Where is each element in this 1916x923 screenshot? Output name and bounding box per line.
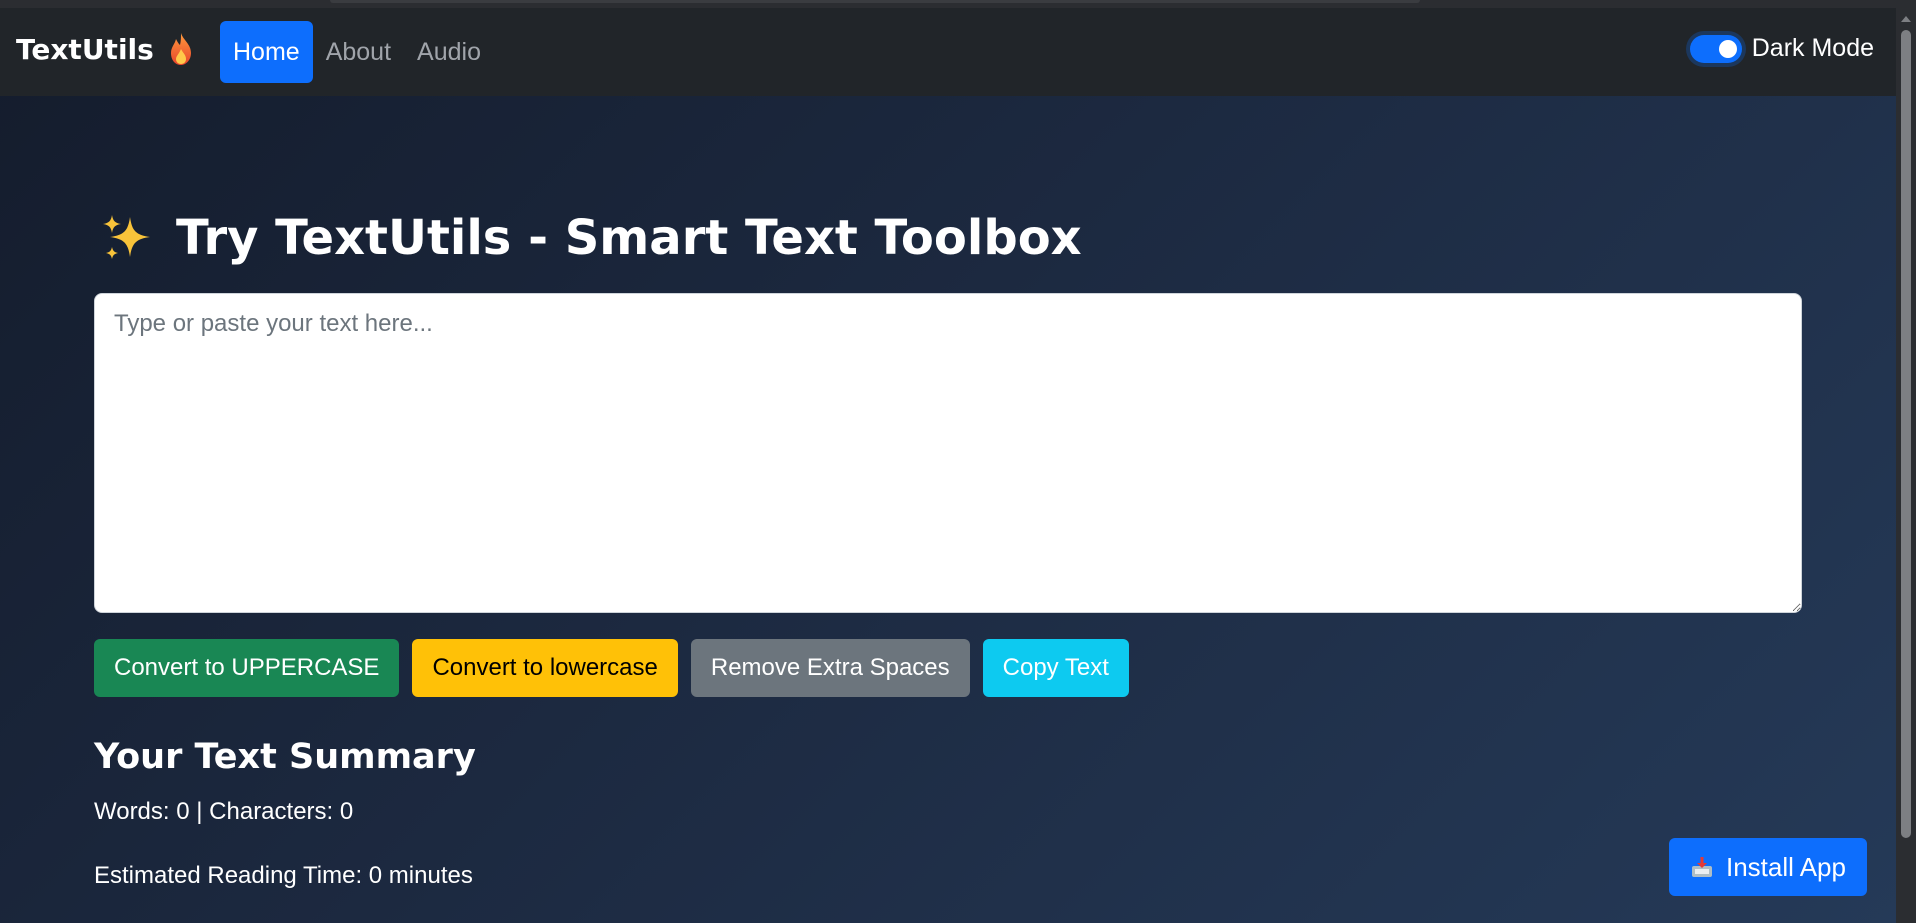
nav-link-about[interactable]: About (313, 21, 404, 83)
text-input[interactable] (94, 293, 1802, 613)
scrollbar-thumb[interactable] (1901, 30, 1911, 838)
reading-time: Estimated Reading Time: 0 minutes (94, 862, 473, 889)
text-stats: Words: 0 | Characters: 0 (94, 798, 354, 825)
action-buttons: Convert to UPPERCASE Convert to lowercas… (94, 639, 1129, 697)
browser-top-strip (0, 0, 1916, 8)
switch-knob (1718, 39, 1737, 58)
page-title-text: Try TextUtils - Smart Text Toolbox (176, 210, 1082, 266)
summary-heading: Your Text Summary (94, 737, 476, 777)
brand[interactable]: TextUtils (16, 32, 194, 66)
uppercase-button[interactable]: Convert to UPPERCASE (94, 639, 400, 697)
page-scrollbar[interactable] (1896, 8, 1916, 923)
page-title: Try TextUtils - Smart Text Toolbox (100, 210, 1082, 266)
install-app-button[interactable]: Install App (1669, 838, 1867, 896)
brand-label: TextUtils (16, 32, 154, 66)
sparkles-icon (103, 215, 150, 259)
flame-icon (170, 33, 191, 65)
nav-link-home[interactable]: Home (220, 21, 313, 83)
navbar: TextUtils Home About Audio Dark Mode (0, 8, 1896, 96)
browser-tab-edge (330, 0, 1420, 3)
install-app-label: Install App (1726, 851, 1846, 882)
dark-mode-label: Dark Mode (1751, 34, 1874, 62)
scroll-up-arrow-icon[interactable] (1901, 16, 1911, 22)
dark-mode-switch[interactable] (1689, 34, 1742, 63)
dark-mode-toggle: Dark Mode (1689, 34, 1874, 63)
nav-link-audio[interactable]: Audio (404, 21, 494, 83)
remove-spaces-button[interactable]: Remove Extra Spaces (690, 639, 970, 697)
nav-links: Home About Audio (220, 21, 494, 83)
inbox-tray-icon (1692, 857, 1712, 877)
copy-text-button[interactable]: Copy Text (982, 639, 1129, 697)
lowercase-button[interactable]: Convert to lowercase (412, 639, 678, 697)
